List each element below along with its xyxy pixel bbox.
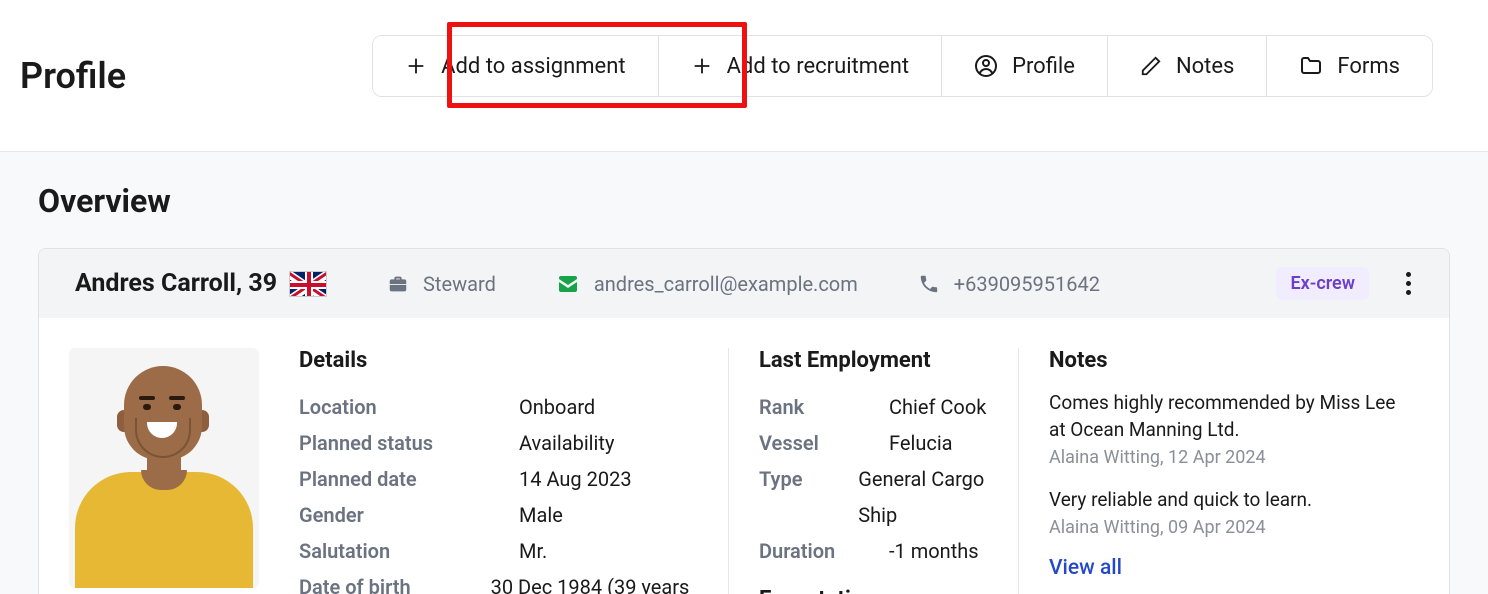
plus-icon bbox=[405, 55, 427, 77]
employment-heading: Last Employment bbox=[759, 348, 988, 373]
emp-value: Chief Cook bbox=[889, 389, 986, 425]
note-text: Comes highly recommended by Miss Lee at … bbox=[1049, 389, 1413, 443]
detail-value: 14 Aug 2023 bbox=[519, 461, 632, 497]
phone-display: +639095951642 bbox=[918, 272, 1100, 296]
notes-heading: Notes bbox=[1049, 348, 1413, 373]
details-section: Details LocationOnboard Planned statusAv… bbox=[289, 348, 729, 594]
detail-key: Planned date bbox=[299, 461, 519, 497]
person-name-age: Andres Carroll, 39 bbox=[75, 269, 277, 298]
more-menu-button[interactable] bbox=[1398, 264, 1419, 303]
emp-key: Rank bbox=[759, 389, 889, 425]
page-title: Profile bbox=[20, 55, 126, 97]
notes-section: Notes Comes highly recommended by Miss L… bbox=[1019, 348, 1419, 594]
expectations-heading: Expectations bbox=[759, 587, 988, 594]
detail-key: Planned status bbox=[299, 425, 519, 461]
add-to-assignment-button[interactable]: Add to assignment bbox=[373, 36, 658, 96]
emp-value: Felucia bbox=[889, 425, 953, 461]
detail-value: Onboard bbox=[519, 389, 595, 425]
button-label: Add to recruitment bbox=[727, 54, 909, 79]
view-all-link[interactable]: View all bbox=[1049, 556, 1122, 580]
button-label: Forms bbox=[1337, 54, 1400, 79]
details-heading: Details bbox=[299, 348, 698, 373]
button-label: Profile bbox=[1012, 54, 1075, 79]
action-button-group: Add to assignment Add to recruitment Pro… bbox=[372, 35, 1433, 97]
detail-value: Mr. bbox=[519, 533, 547, 569]
detail-key: Location bbox=[299, 389, 519, 425]
person-card: Andres Carroll, 39 Steward andres_carrol… bbox=[38, 248, 1450, 594]
email-text: andres_carroll@example.com bbox=[594, 272, 858, 296]
emp-key: Type bbox=[759, 461, 858, 533]
note-meta: Alaina Witting, 09 Apr 2024 bbox=[1049, 517, 1413, 538]
employment-section: Last Employment RankChief Cook VesselFel… bbox=[729, 348, 1019, 594]
user-circle-icon bbox=[974, 54, 998, 78]
avatar bbox=[69, 348, 259, 588]
detail-key: Date of birth bbox=[299, 569, 491, 594]
phone-text: +639095951642 bbox=[954, 272, 1100, 296]
button-label: Notes bbox=[1176, 54, 1234, 79]
emp-key: Duration bbox=[759, 533, 889, 569]
briefcase-icon bbox=[387, 273, 409, 295]
envelope-icon bbox=[556, 272, 580, 296]
detail-key: Salutation bbox=[299, 533, 519, 569]
forms-button[interactable]: Forms bbox=[1267, 36, 1432, 96]
detail-value: Male bbox=[519, 497, 563, 533]
emp-value: General Cargo Ship bbox=[858, 461, 988, 533]
profile-button[interactable]: Profile bbox=[942, 36, 1108, 96]
plus-icon bbox=[691, 55, 713, 77]
detail-value: Availability bbox=[519, 425, 614, 461]
detail-key: Gender bbox=[299, 497, 519, 533]
notes-button[interactable]: Notes bbox=[1108, 36, 1267, 96]
phone-icon bbox=[918, 273, 940, 295]
pencil-icon bbox=[1140, 55, 1162, 77]
note-meta: Alaina Witting, 12 Apr 2024 bbox=[1049, 447, 1413, 468]
emp-key: Vessel bbox=[759, 425, 889, 461]
overview-heading: Overview bbox=[38, 182, 1450, 220]
emp-value: -1 months bbox=[889, 533, 979, 569]
uk-flag-icon bbox=[289, 271, 327, 297]
person-card-header: Andres Carroll, 39 Steward andres_carrol… bbox=[39, 249, 1449, 318]
add-to-recruitment-button[interactable]: Add to recruitment bbox=[659, 36, 942, 96]
button-label: Add to assignment bbox=[441, 54, 625, 79]
status-badge: Ex-crew bbox=[1276, 267, 1369, 300]
note-text: Very reliable and quick to learn. bbox=[1049, 486, 1413, 513]
folder-icon bbox=[1299, 54, 1323, 78]
role-display: Steward bbox=[387, 272, 496, 296]
role-text: Steward bbox=[423, 272, 496, 296]
detail-value: 30 Dec 1984 (39 years old) bbox=[491, 569, 698, 594]
email-display: andres_carroll@example.com bbox=[556, 272, 858, 296]
